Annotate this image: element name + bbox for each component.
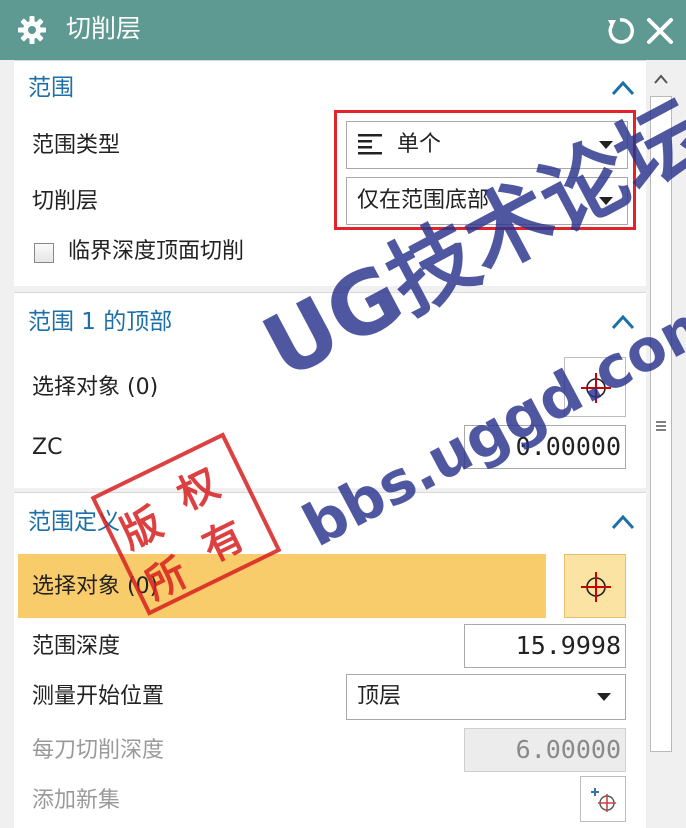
range-depth-label: 范围深度 [32,634,121,659]
add-set-label: 添加新集 [32,788,121,813]
critical-depth-label: 临界深度顶面切削 [68,239,245,264]
measure-from-value: 顶层 [357,684,402,709]
reset-icon[interactable] [604,15,636,47]
measure-from-label: 测量开始位置 [32,684,165,709]
grip-icon [656,421,666,431]
window-title: 切削层 [66,14,142,43]
select-object-button[interactable] [564,554,626,618]
zc-label: ZC [32,435,63,460]
cut-depth-input: 6.00000 [464,728,626,772]
measure-from-dropdown[interactable]: 顶层 [346,674,626,720]
critical-depth-checkbox[interactable] [34,243,54,263]
add-set-button[interactable] [580,776,626,822]
dropdown-caret-icon [597,693,611,701]
chevron-up-icon[interactable] [610,513,636,531]
range-type-label: 范围类型 [32,133,121,158]
gear-icon[interactable] [16,14,48,46]
cut-depth-label: 每刀切削深度 [32,738,165,763]
select-object-label: 选择对象 (0) [32,375,159,400]
close-icon[interactable] [644,15,676,47]
cut-level-label: 切削层 [32,189,99,214]
range-depth-input[interactable]: 15.9998 [464,624,626,668]
title-bar: 切削层 [0,0,686,60]
crosshair-icon [581,572,611,602]
range-top-section-header[interactable]: 范围 1 的顶部 [28,307,172,337]
range-section-header[interactable]: 范围 [28,73,74,103]
add-crosshair-icon [591,788,616,812]
